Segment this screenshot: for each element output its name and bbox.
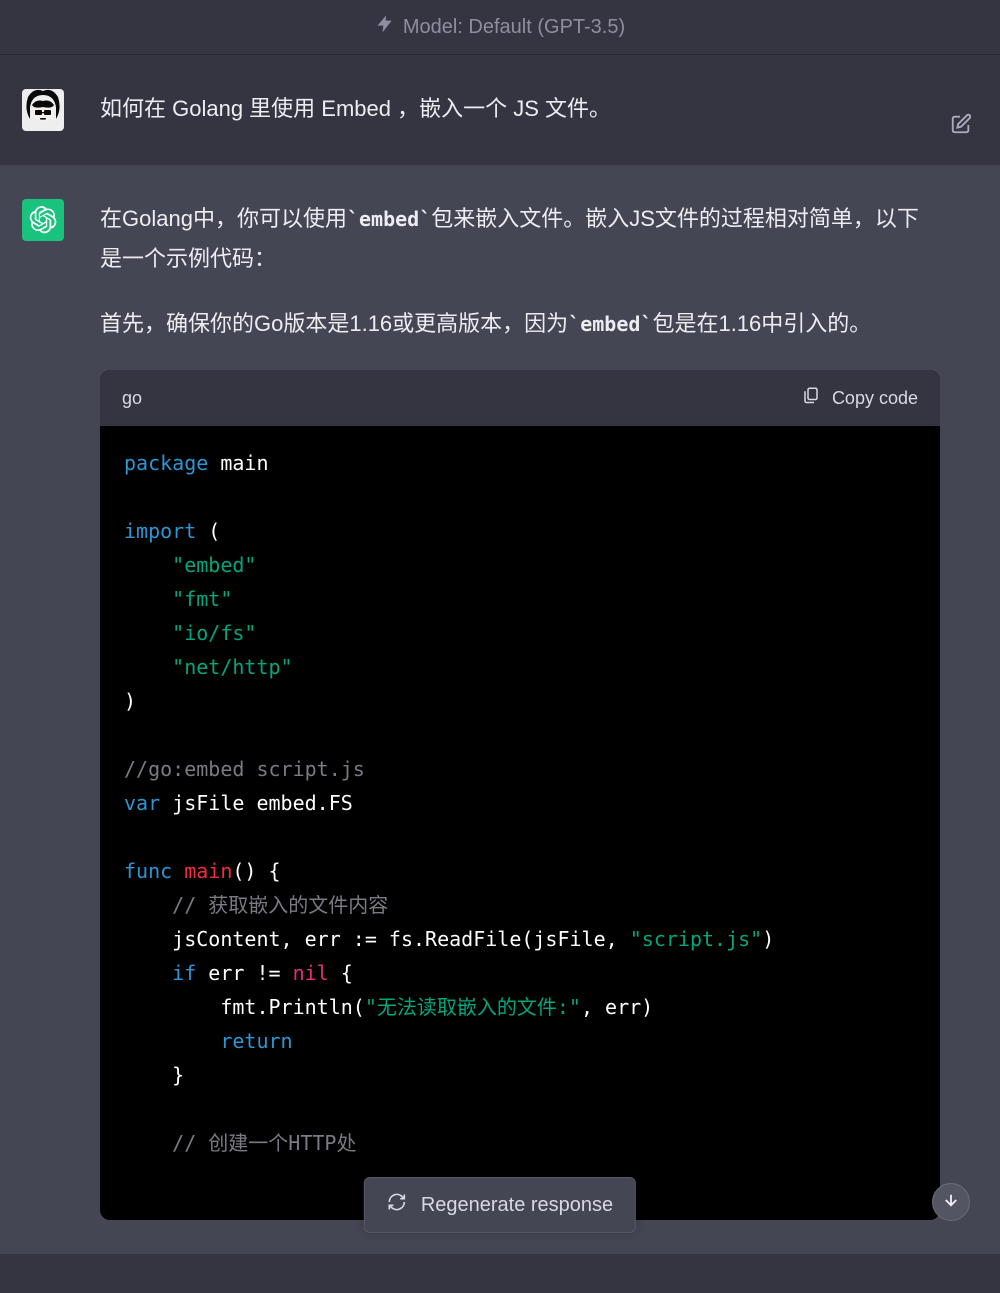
assistant-message: 在Golang中，你可以使用`embed`包来嵌入文件。嵌入JS文件的过程相对简… xyxy=(0,165,1000,1254)
scroll-down-button[interactable] xyxy=(932,1183,970,1221)
user-text-span: 如何在 Golang 里使用 Embed ，嵌入一个 JS 文件。 xyxy=(100,96,611,121)
text-span: 包是在1.16中引入的。 xyxy=(652,311,871,336)
code-lang: go xyxy=(122,382,142,414)
arrow-down-icon xyxy=(942,1191,960,1214)
regenerate-label: Regenerate response xyxy=(421,1194,613,1217)
edit-icon[interactable] xyxy=(950,113,972,135)
assistant-para-1: 在Golang中，你可以使用`embed`包来嵌入文件。嵌入JS文件的过程相对简… xyxy=(100,199,940,278)
inline-code: `embed` xyxy=(568,312,652,336)
regenerate-button[interactable]: Regenerate response xyxy=(364,1177,636,1233)
user-text: 如何在 Golang 里使用 Embed ，嵌入一个 JS 文件。 xyxy=(100,89,940,131)
refresh-icon xyxy=(387,1192,407,1218)
copy-code-button[interactable]: Copy code xyxy=(802,382,918,414)
clipboard-icon xyxy=(802,382,820,414)
bolt-icon xyxy=(375,14,395,40)
code-block: go Copy code package main import ( "embe… xyxy=(100,370,940,1220)
copy-code-label: Copy code xyxy=(832,382,918,414)
text-span: 在Golang中，你可以使用 xyxy=(100,206,347,231)
model-label: Model: Default (GPT-3.5) xyxy=(403,16,625,39)
inline-code: `embed` xyxy=(347,207,431,231)
code-content[interactable]: package main import ( "embed" "fmt" "io/… xyxy=(100,426,940,1220)
assistant-avatar xyxy=(22,199,64,241)
text-span: 首先，确保你的Go版本是1.16或更高版本，因为 xyxy=(100,311,568,336)
user-avatar xyxy=(22,89,64,131)
user-message: 如何在 Golang 里使用 Embed ，嵌入一个 JS 文件。 xyxy=(0,55,1000,165)
assistant-para-2: 首先，确保你的Go版本是1.16或更高版本，因为`embed`包是在1.16中引… xyxy=(100,304,940,344)
model-bar: Model: Default (GPT-3.5) xyxy=(0,0,1000,55)
assistant-content: 在Golang中，你可以使用`embed`包来嵌入文件。嵌入JS文件的过程相对简… xyxy=(100,199,940,1220)
code-block-header: go Copy code xyxy=(100,370,940,426)
